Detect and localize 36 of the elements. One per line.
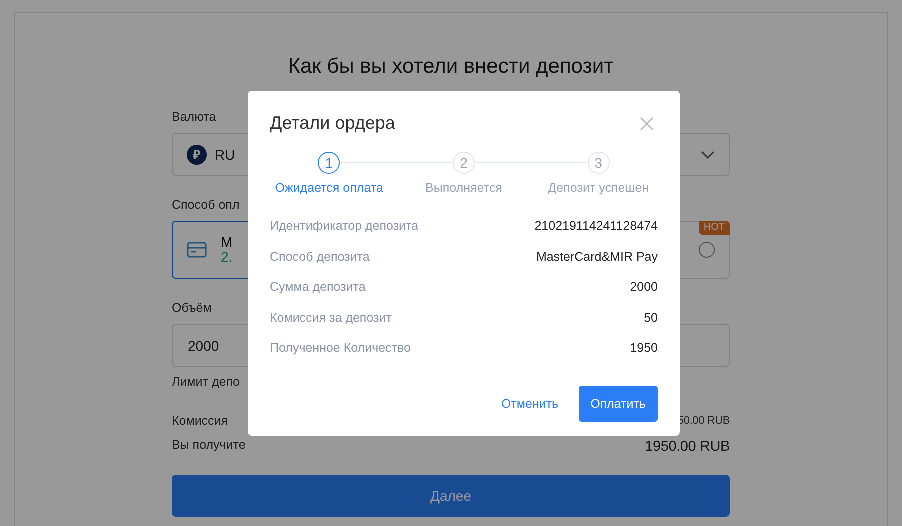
step-label: Выполняется [426, 181, 502, 195]
step-label: Депозит успешен [548, 181, 650, 195]
cancel-button[interactable]: Отменить [501, 397, 559, 411]
detail-label: Способ депозита [270, 250, 370, 264]
field-label: Валюта [172, 110, 216, 125]
step-label: Ожидается оплата [275, 181, 384, 195]
step-number: 3 [588, 152, 610, 174]
summary-value: 1950.00 RUB [645, 438, 730, 455]
detail-value: 1950 [630, 341, 658, 356]
detail-value: 50 [644, 310, 658, 325]
summary-label: Комиссия [172, 414, 228, 428]
radio-button[interactable] [699, 242, 715, 258]
card-icon [187, 242, 207, 258]
detail-label: Полученное Количество [270, 341, 411, 356]
step-number: 2 [452, 152, 475, 174]
next-button[interactable]: Далее [172, 475, 730, 517]
page-title: Как бы вы хотели внести депозит [288, 55, 614, 79]
field-label: Способ опл [172, 198, 240, 213]
detail-value: MasterCard&MIR Pay [536, 250, 658, 264]
hot-badge: HOT [698, 221, 730, 235]
detail-value: 2000 [630, 280, 658, 294]
close-icon[interactable] [639, 116, 655, 132]
detail-label: Идентификатор депозита [270, 219, 419, 234]
detail-label: Комиссия за депозит [270, 310, 392, 325]
pay-button[interactable]: Оплатить [578, 386, 658, 422]
dialog-title: Детали ордера [270, 113, 396, 134]
ruble-icon: ₽ [187, 144, 207, 164]
field-label: Объём [172, 301, 212, 316]
summary-label: Вы получите [172, 438, 246, 452]
option-name: M [221, 235, 233, 250]
chevron-down-icon [701, 150, 715, 158]
limit-text: Лимит депо [172, 375, 240, 389]
step-number: 1 [318, 152, 340, 174]
detail-value: 210219114241128474 [534, 219, 658, 234]
detail-label: Сумма депозита [270, 280, 366, 294]
option-fee: 2. [221, 250, 233, 265]
